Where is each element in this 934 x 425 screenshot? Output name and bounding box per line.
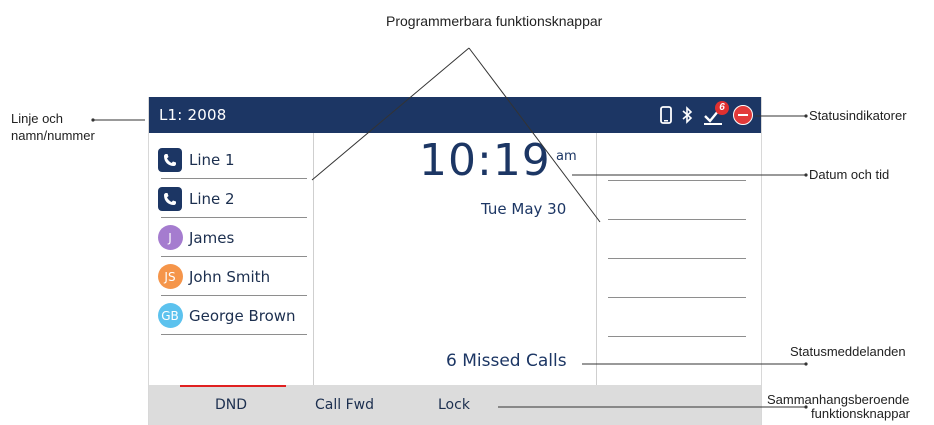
annotation-lines: [91, 47, 808, 409]
annotation-date-time: Datum och tid: [809, 167, 890, 182]
annotation-line-name-1: Linje och: [11, 111, 64, 126]
annotation-context-keys-2: funktionsknappar: [811, 406, 911, 421]
annotation-status-messages: Statusmeddelanden: [790, 344, 906, 359]
annotation-programmable-keys: Programmerbara funktionsknappar: [386, 13, 603, 29]
annotation-line-name-2: namn/nummer: [11, 128, 95, 143]
annotation-status-indicators: Statusindikatorer: [809, 108, 907, 123]
